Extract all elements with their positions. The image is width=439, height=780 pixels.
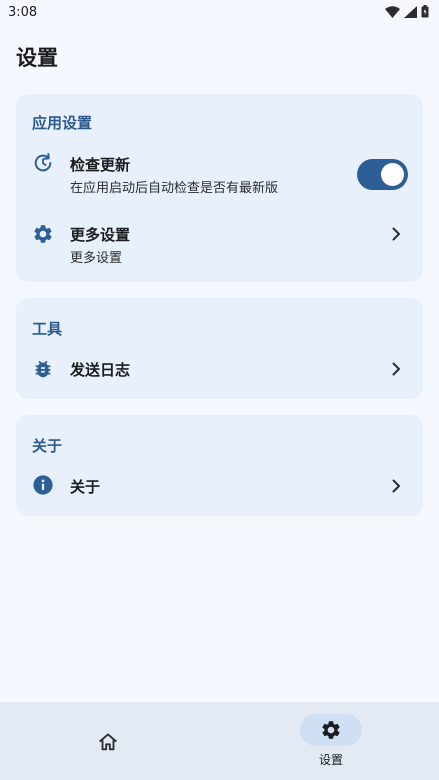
section-title-app-settings: 应用设置 [32, 114, 93, 132]
chevron-right-icon [389, 227, 403, 241]
nav-settings-label: 设置 [318, 753, 343, 767]
status-icons [385, 5, 429, 18]
status-time: 3:08 [8, 5, 38, 20]
signal-icon [404, 5, 417, 18]
status-bar: 3:08 [0, 0, 439, 24]
section-title-about: 关于 [32, 437, 63, 455]
toggle-knob [381, 163, 404, 186]
check-update-row[interactable]: 检查更新 在应用启动后自动检查是否有最新版 [16, 144, 423, 204]
wifi-icon [385, 5, 400, 18]
gear-icon [320, 719, 342, 741]
more-settings-subtitle: 更多设置 [70, 251, 123, 266]
bug-icon [32, 358, 54, 380]
home-icon [97, 731, 119, 753]
chevron-right-icon [389, 479, 403, 493]
bottom-nav: 设置 [0, 702, 439, 780]
about-title: 关于 [70, 478, 101, 496]
chevron-right-icon [389, 362, 403, 376]
check-update-title: 检查更新 [70, 156, 131, 174]
more-settings-title: 更多设置 [70, 226, 131, 244]
app-settings-card: 应用设置 检查更新 在应用启动后自动检查是否有最新版 更多设置 更多设置 [16, 94, 423, 282]
info-icon [32, 474, 54, 496]
section-title-tools: 工具 [32, 320, 63, 338]
send-log-row[interactable]: 发送日志 [16, 350, 423, 390]
about-card: 关于 关于 [16, 415, 423, 516]
check-update-subtitle: 在应用启动后自动检查是否有最新版 [70, 181, 279, 196]
tools-card: 工具 发送日志 [16, 298, 423, 399]
auto-update-toggle[interactable] [357, 159, 408, 190]
gear-icon [32, 223, 54, 245]
nav-settings-button[interactable]: 设置 [296, 714, 366, 770]
more-settings-row[interactable]: 更多设置 更多设置 [16, 214, 423, 272]
refresh-clock-icon [32, 152, 54, 174]
page-title: 设置 [16, 46, 58, 70]
nav-home-button[interactable] [76, 716, 140, 766]
battery-icon [421, 5, 429, 18]
about-row[interactable]: 关于 [16, 467, 423, 507]
send-log-title: 发送日志 [70, 361, 131, 379]
